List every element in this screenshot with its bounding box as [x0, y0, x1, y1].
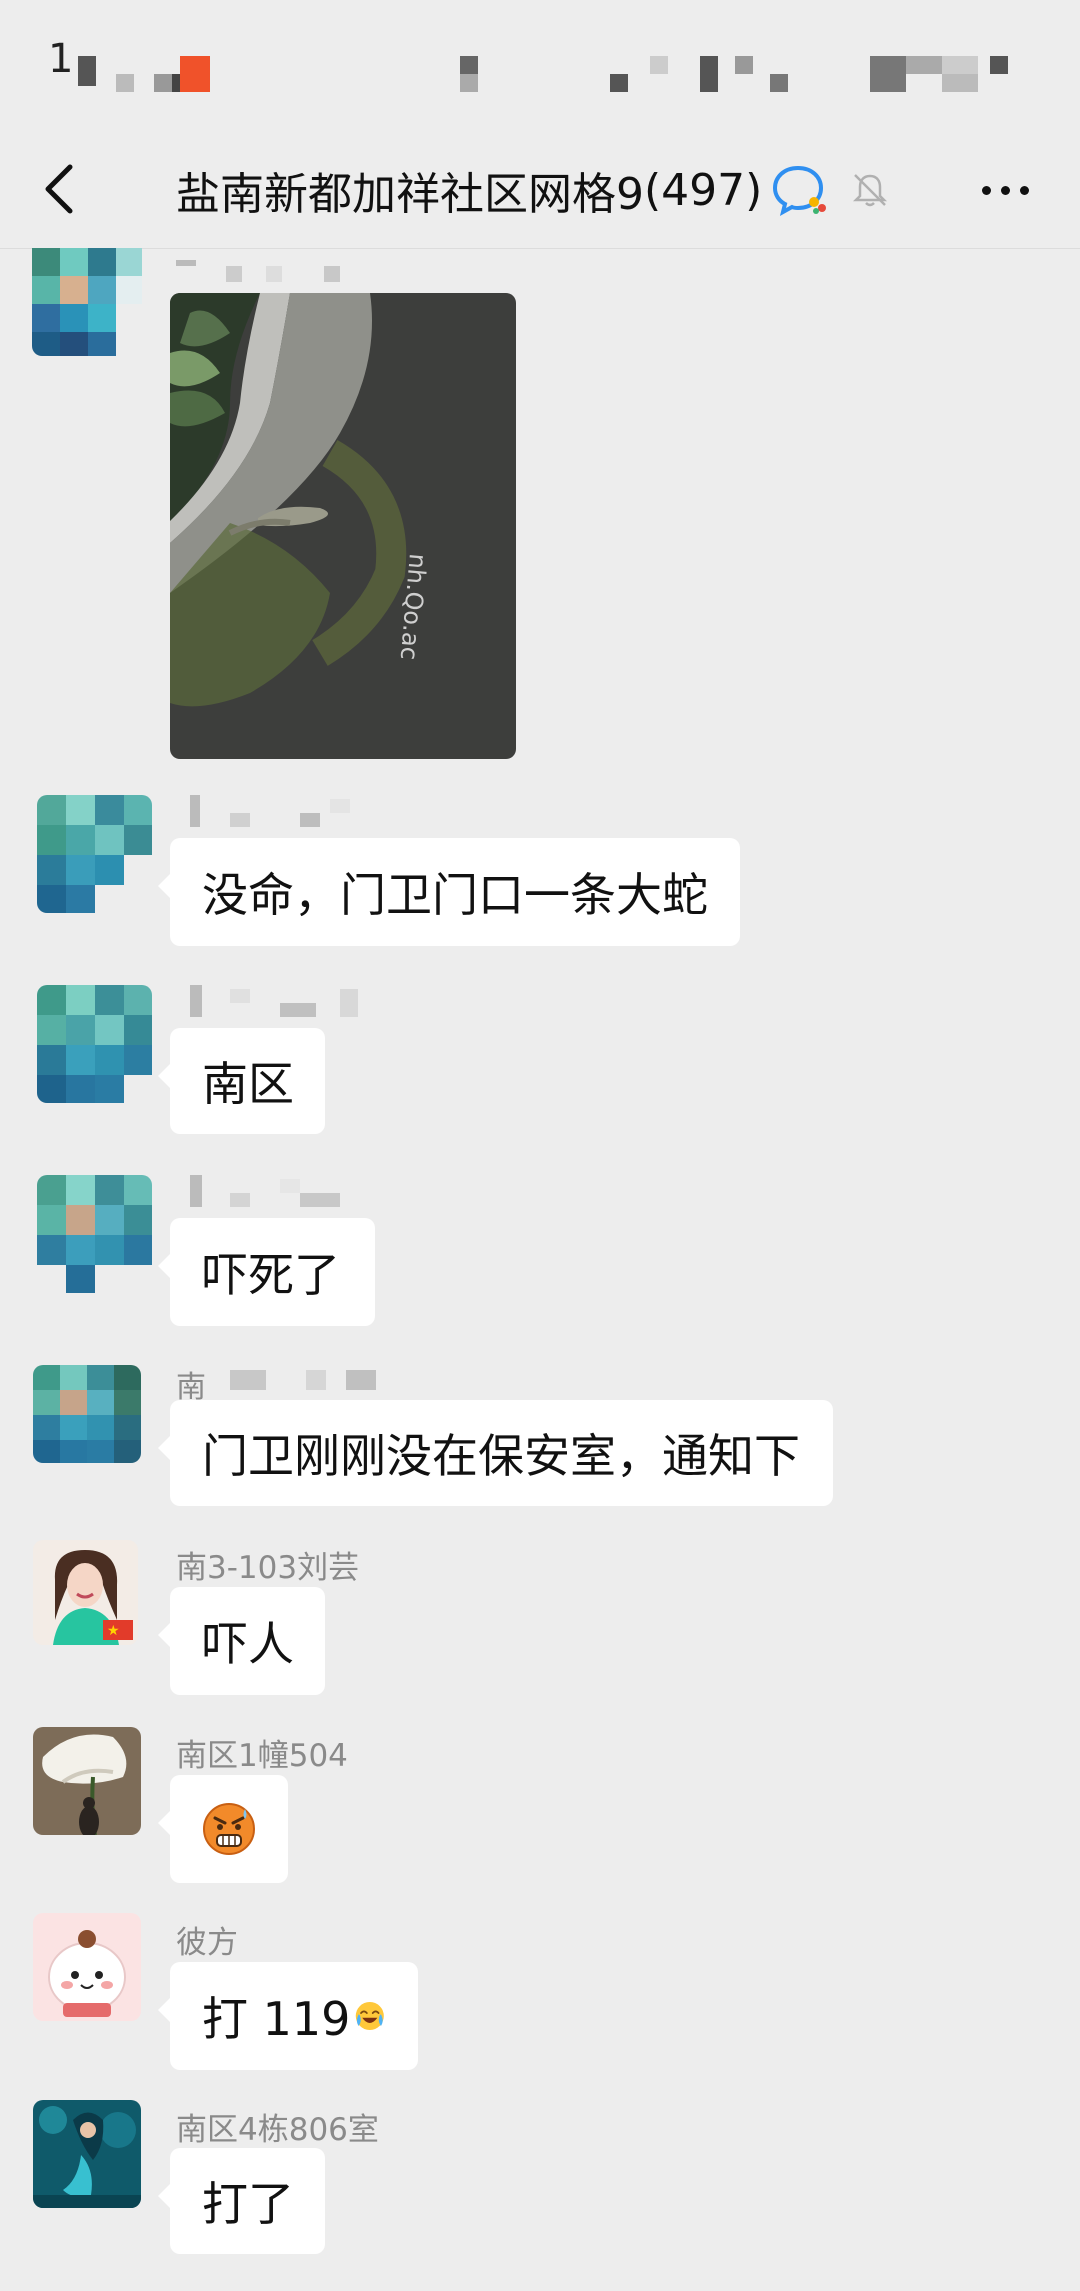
photo-snake-at-curb: nh.Qo.ac [170, 293, 516, 759]
crying-laughing-emoji [356, 2001, 385, 2031]
pixelated-avatar [32, 248, 142, 356]
sender-name: 彼方 [176, 1925, 238, 1961]
sender-name: 南区1幢504 [176, 1738, 348, 1774]
bell-muted-icon [853, 174, 888, 207]
more-dot [1019, 185, 1029, 195]
message-bubble[interactable]: 吓人 [158, 1587, 325, 1695]
chevron-left-icon [45, 164, 73, 214]
message-text: 门卫刚刚没在保安室，通知下 [202, 1429, 800, 1483]
message-text: 吓死了 [202, 1248, 340, 1302]
avatar[interactable] [37, 795, 152, 913]
cartoon-avatar [33, 1913, 141, 2021]
message-bubble[interactable]: 打了 [158, 2148, 325, 2254]
pixelation-mosaic [78, 56, 1008, 92]
avatar[interactable] [37, 985, 152, 1103]
sender-name-pixelated [190, 1175, 390, 1219]
more-dot [981, 185, 991, 195]
scared-face-emoji [203, 1803, 255, 1855]
svg-text:★: ★ [107, 1623, 120, 1639]
pixelation-mosaic [230, 1370, 376, 1390]
pixelated-avatar [33, 1365, 141, 1463]
back-button[interactable] [30, 150, 90, 228]
message-bubble[interactable]: 吓死了 [158, 1218, 375, 1326]
status-bar: 1 [0, 0, 1080, 130]
message-photo[interactable]: nh.Qo.ac [170, 293, 516, 759]
message-bubble[interactable]: 没命，门卫门口一条大蛇 [158, 838, 740, 946]
avatar[interactable] [33, 1365, 141, 1463]
member-count: (497) [644, 164, 763, 216]
sender-name-pixelated [190, 985, 390, 1029]
mermaid-avatar [33, 2100, 141, 2208]
wecom-chat-icon [773, 165, 827, 216]
message-text: 打了 [202, 2177, 294, 2231]
message-text: 南区 [202, 1057, 294, 1111]
message-bubble[interactable]: 打 119 [158, 1962, 418, 2070]
avatar[interactable] [32, 248, 142, 356]
chat-title[interactable]: 盐南新都加祥社区网格9 (497) [176, 160, 890, 220]
avatar[interactable]: ★ [33, 1540, 138, 1645]
message-text: 没命，门卫门口一条大蛇 [202, 868, 708, 922]
sender-name: 南3-103刘芸 [176, 1550, 360, 1586]
avatar[interactable] [37, 1175, 152, 1293]
message-bubble[interactable]: 南区 [158, 1028, 325, 1134]
pixelated-avatar [37, 985, 152, 1103]
avatar[interactable] [33, 1727, 141, 1835]
pixelation-mosaic [190, 1175, 340, 1207]
pixelated-avatar [37, 1175, 152, 1293]
sender-name-pixelated [206, 1366, 386, 1400]
pixelation-mosaic [176, 260, 340, 282]
message-bubble[interactable] [158, 1775, 288, 1883]
pixelated-avatar [37, 795, 152, 913]
user-photo-avatar: ★ [33, 1540, 138, 1645]
message-text: 打 119 [202, 1992, 351, 2046]
sender-name-pixelated [190, 795, 390, 839]
more-options-button[interactable] [970, 160, 1040, 220]
pixelation-mosaic [190, 985, 358, 1017]
avatar[interactable] [33, 2100, 141, 2208]
chat-header: 盐南新都加祥社区网格9 (497) [0, 130, 1080, 249]
sender-name-pixelated [176, 260, 356, 290]
more-dot [1000, 185, 1010, 195]
flower-photo-avatar [33, 1727, 141, 1835]
message-bubble[interactable]: 门卫刚刚没在保安室，通知下 [158, 1400, 833, 1506]
pixelation-mosaic [190, 795, 350, 827]
sender-name: 南区4栋806室 [176, 2112, 379, 2148]
message-text: 吓人 [202, 1617, 294, 1671]
status-pixelated-area [70, 52, 1070, 106]
avatar[interactable] [33, 1913, 141, 2021]
group-name: 盐南新都加祥社区网格9 [176, 169, 644, 220]
